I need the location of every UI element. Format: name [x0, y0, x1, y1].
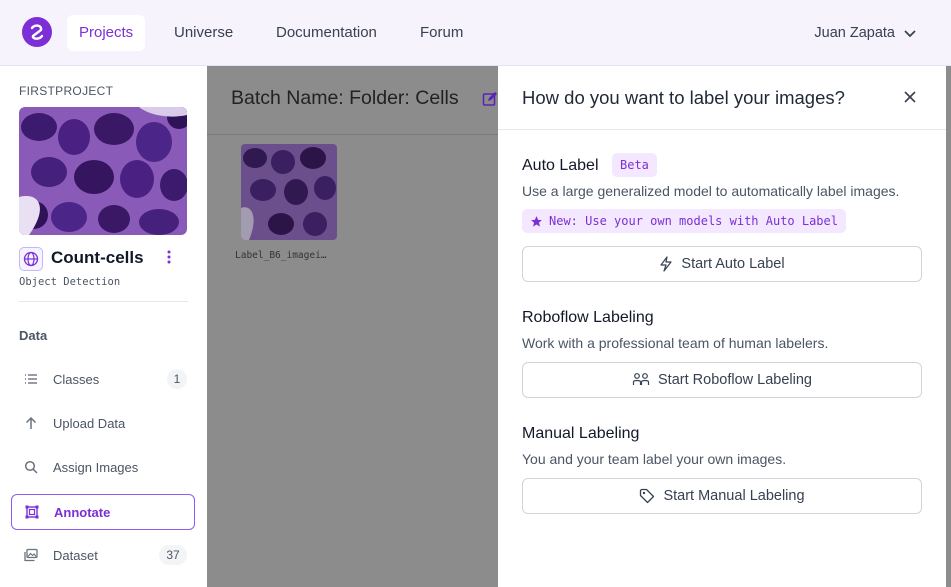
team-icon [632, 373, 650, 385]
sidebar-item-label: Annotate [54, 504, 111, 520]
search-icon [23, 459, 39, 475]
labeling-options-drawer: How do you want to label your images? Au… [498, 66, 946, 587]
start-roboflow-labeling-button[interactable]: Start Roboflow Labeling [522, 362, 922, 398]
sidebar-item-label: Classes [53, 371, 100, 387]
workspace-label: FIRSTPROJECT [19, 84, 114, 98]
manual-labeling-title: Manual Labeling [522, 425, 640, 442]
button-label: Start Roboflow Labeling [658, 372, 812, 388]
roboflow-logo-icon[interactable] [22, 17, 52, 47]
nav-universe[interactable]: Universe [162, 15, 245, 51]
tag-icon [640, 488, 655, 504]
edit-icon[interactable] [482, 91, 498, 112]
list-icon [23, 371, 39, 387]
arrow-up-icon [23, 415, 39, 431]
manual-labeling-description: You and your team label your own images. [522, 451, 787, 467]
close-icon[interactable] [901, 88, 919, 106]
project-thumbnail[interactable] [19, 107, 187, 235]
batch-title: Batch Name: Folder: Cells [231, 87, 459, 109]
button-label: Start Auto Label [681, 256, 785, 272]
globe-icon [19, 247, 43, 271]
user-menu[interactable]: Juan Zapata [814, 15, 917, 51]
sidebar-item-label: Upload Data [53, 415, 126, 431]
main-content-overlay[interactable]: Batch Name: Folder: Cells Label_B6_image… [207, 66, 498, 587]
start-auto-label-button[interactable]: Start Auto Label [522, 246, 922, 282]
sidebar-item-upload-data[interactable]: Upload Data [11, 405, 195, 441]
lightning-icon [660, 256, 673, 272]
count-badge: 37 [159, 545, 187, 565]
drawer-title: How do you want to label your images? [522, 87, 845, 108]
image-filename: Label_B6_imagei… [235, 250, 327, 261]
images-icon [23, 547, 39, 563]
project-sidebar: FIRSTPROJECT Count-cells Object Detectio… [0, 66, 207, 587]
button-label: Start Manual Labeling [663, 488, 805, 504]
new-feature-text: New: Use your own models with Auto Label [549, 214, 838, 228]
overlay-edge [946, 66, 951, 587]
sidebar-item-label: Assign Images [53, 459, 139, 475]
sidebar-divider [19, 301, 188, 302]
nav-forum[interactable]: Forum [408, 15, 475, 51]
auto-label-title: Auto Label [522, 157, 599, 174]
sidebar-item-dataset[interactable]: Dataset 37 [11, 537, 195, 573]
project-type: Object Detection [19, 276, 121, 288]
count-badge: 1 [167, 369, 187, 389]
annotate-icon [24, 504, 40, 520]
chevron-down-icon [904, 30, 916, 38]
new-feature-note[interactable]: New: Use your own models with Auto Label [522, 209, 846, 233]
sidebar-item-label: Dataset [53, 547, 98, 563]
batch-header: Batch Name: Folder: Cells [207, 66, 498, 135]
star-icon [531, 215, 542, 227]
project-title: Count-cells [51, 248, 144, 267]
start-manual-labeling-button[interactable]: Start Manual Labeling [522, 478, 922, 514]
image-thumbnail[interactable] [241, 144, 337, 240]
sidebar-item-annotate[interactable]: Annotate [11, 494, 195, 530]
beta-badge: Beta [612, 153, 657, 177]
kebab-menu-icon[interactable] [164, 250, 174, 268]
nav-documentation[interactable]: Documentation [264, 15, 389, 51]
drawer-header: How do you want to label your images? [498, 66, 946, 130]
user-name: Juan Zapata [814, 25, 895, 41]
sidebar-item-assign-images[interactable]: Assign Images [11, 449, 195, 485]
top-navbar: Projects Universe Documentation Forum Ju… [0, 0, 951, 66]
nav-projects[interactable]: Projects [67, 15, 146, 51]
roboflow-labeling-description: Work with a professional team of human l… [522, 335, 829, 351]
sidebar-section-data: Data [19, 328, 48, 343]
sidebar-item-classes[interactable]: Classes 1 [11, 361, 195, 397]
auto-label-description: Use a large generalized model to automat… [522, 183, 900, 199]
roboflow-labeling-title: Roboflow Labeling [522, 309, 654, 326]
